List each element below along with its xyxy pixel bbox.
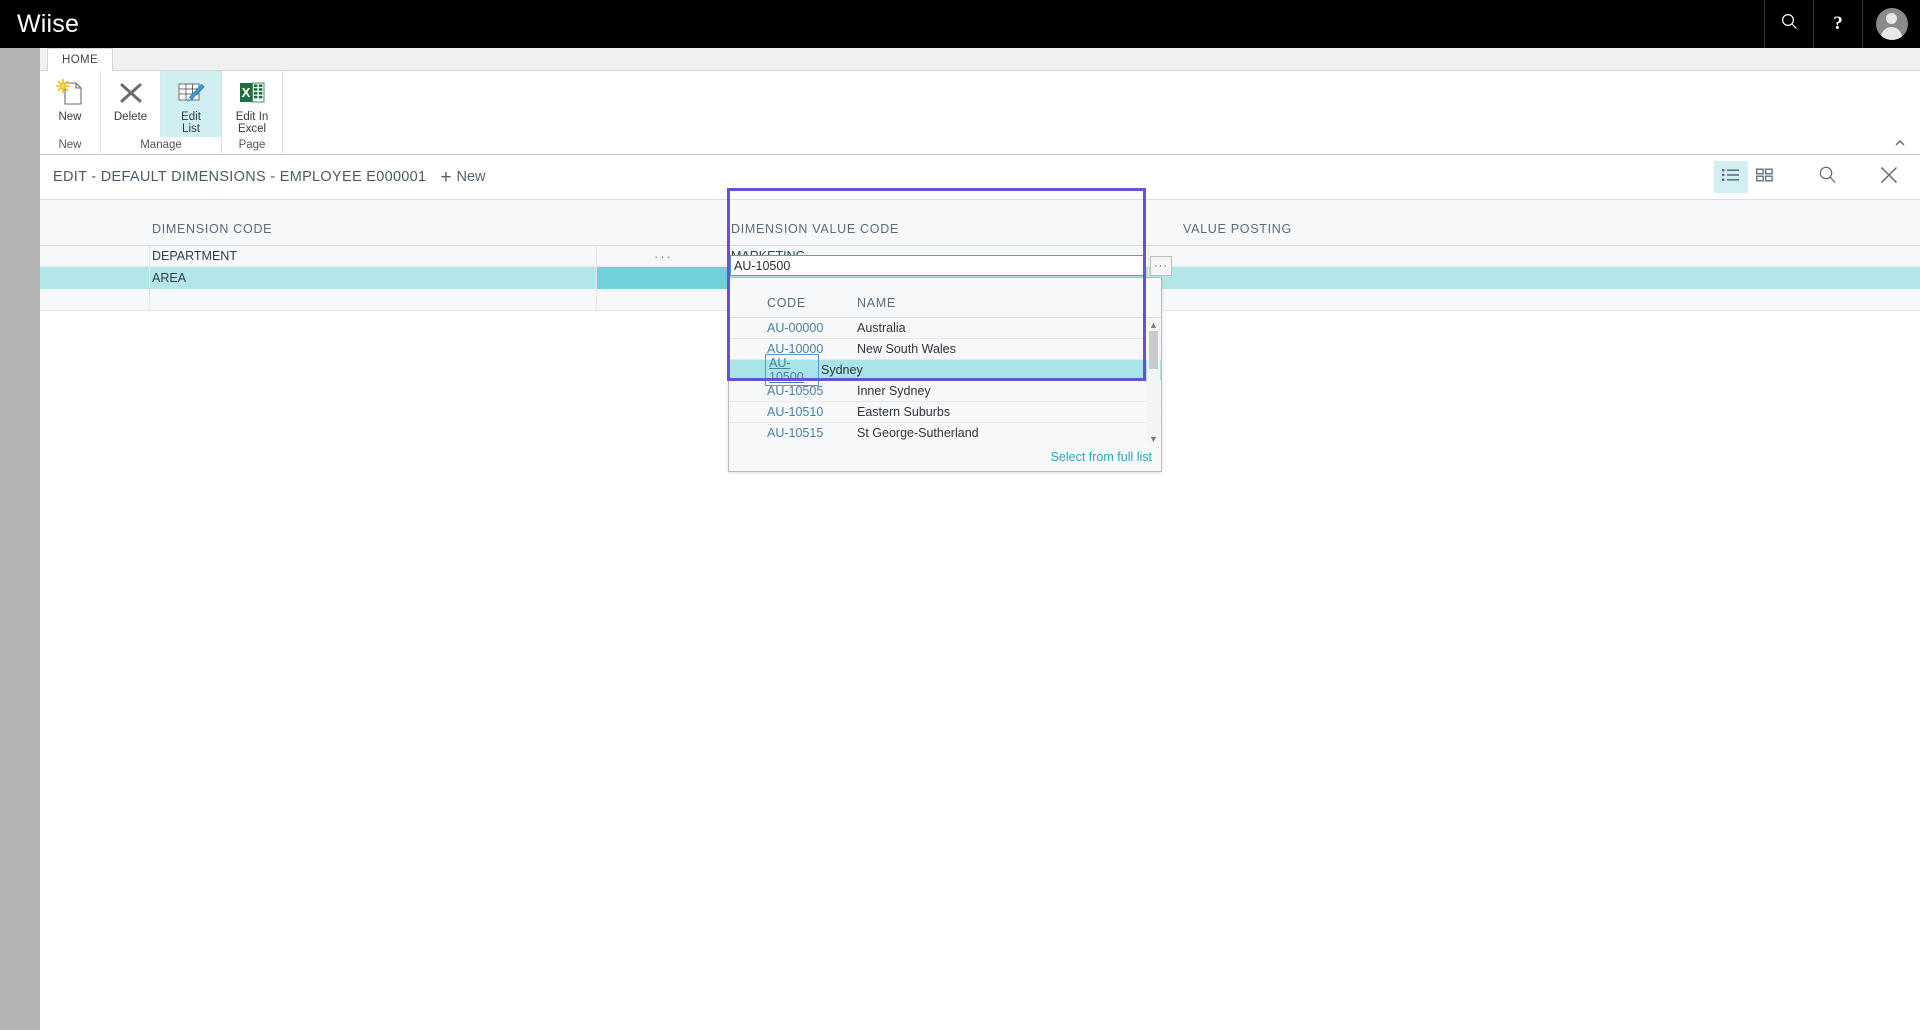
dropdown-header-row: CODE NAME [729,278,1161,318]
dropdown-item-name: Sydney [821,363,863,377]
dropdown-item-name: New South Wales [857,342,956,356]
close-button[interactable] [1872,161,1906,193]
cell-row-actions[interactable] [597,289,729,310]
dropdown-footer: Select from full list [729,443,1161,471]
ribbon-group-page: X Edit In Excel Page [222,71,283,155]
dimension-value-code-editor[interactable] [730,255,1144,276]
close-x-icon [1879,165,1899,190]
tab-home[interactable]: HOME [47,48,114,72]
new-button-label: New [58,111,82,123]
edit-list-button-label: Edit List [181,111,201,135]
search-icon [1781,13,1798,35]
new-button[interactable]: New [40,71,100,137]
list-item-selected[interactable]: AU-10500 Sydney [729,354,1161,386]
row-gutter [40,267,150,289]
dropdown-item-code: AU-00000 [767,321,824,335]
cell-row-actions[interactable]: ··· [597,246,729,266]
ribbon-tab-strip [40,48,1920,71]
svg-text:X: X [242,85,251,100]
ribbon-group-new-items: New [40,71,100,137]
edit-in-excel-button-label: Edit In Excel [235,111,269,135]
list-view-toggle[interactable] [1714,161,1748,193]
list-item[interactable]: AU-10510 Eastern Suburbs [729,402,1161,423]
ribbon-group-page-items: X Edit In Excel [222,71,282,137]
ribbon-group-page-label: Page [238,139,266,151]
lookup-button[interactable]: ··· [1150,256,1172,276]
column-header-value-posting[interactable]: VALUE POSTING [1149,222,1549,245]
ribbon-body: New New Delete Edit List Manage X Edit I… [40,71,1920,155]
edit-in-excel-button[interactable]: X Edit In Excel [222,71,282,137]
global-search-button[interactable] [1764,0,1813,48]
page-header: EDIT - DEFAULT DIMENSIONS - EMPLOYEE E00… [40,155,1920,200]
dropdown-item-code: AU-10505 [767,384,824,398]
ribbon-group-manage-label: Manage [140,139,182,151]
triangle-up-icon[interactable]: ▲ [1147,318,1160,331]
dropdown-item-code: AU-10500 [765,354,819,386]
tile-view-icon [1756,167,1774,188]
dropdown-item-name: Australia [857,321,906,335]
help-button[interactable]: ? [1813,0,1862,48]
search-button[interactable] [1810,161,1844,193]
column-header-dimension-code[interactable]: DIMENSION CODE [150,222,597,245]
list-item[interactable]: AU-00000 Australia [729,318,1161,339]
dropdown-item-name: Eastern Suburbs [857,405,951,419]
dropdown-column-header-code: CODE [767,296,806,310]
list-item[interactable]: AU-10515 St George-Sutherland [729,423,1161,444]
plus-icon: + [440,166,452,188]
ribbon-collapse-button[interactable] [1892,135,1908,151]
delete-x-icon [116,77,146,109]
ribbon-group-manage: Delete Edit List Manage [101,71,222,155]
scrollbar-thumb[interactable] [1149,331,1158,369]
cell-dimension-code[interactable] [150,289,597,310]
new-record-button[interactable]: + New [440,168,485,187]
delete-button-label: Delete [113,111,148,123]
cell-dimension-code[interactable]: DEPARTMENT [150,246,597,266]
left-side-strip [0,48,40,1030]
list-view-icon [1722,167,1740,188]
row-gutter [40,289,150,310]
cell-row-actions[interactable] [597,267,729,289]
delete-button[interactable]: Delete [101,71,161,137]
edit-list-icon [176,77,206,109]
cell-value-posting[interactable] [1149,289,1549,310]
grid-header-row: DIMENSION CODE DIMENSION VALUE CODE VALU… [40,200,1920,246]
dropdown-item-name: St George-Sutherland [857,426,979,440]
cell-value-posting[interactable] [1149,246,1549,266]
dropdown-scrollbar[interactable]: ▲ ▼ [1147,318,1160,445]
row-gutter [40,246,150,266]
select-from-full-list-link[interactable]: Select from full list [1051,450,1152,464]
new-document-icon [55,77,85,109]
cell-dimension-code[interactable]: AREA [150,267,597,289]
dropdown-item-code: AU-10515 [767,426,824,440]
dropdown-item-name: Inner Sydney [857,384,931,398]
list-item[interactable]: AU-10505 Inner Sydney [729,381,1161,402]
user-avatar-icon [1875,8,1908,40]
cell-value-posting[interactable] [1149,267,1549,289]
dropdown-column-header-name: NAME [857,296,896,310]
account-button[interactable] [1862,0,1920,48]
dimension-value-code-input[interactable] [731,256,1143,275]
edit-list-button[interactable]: Edit List [161,71,221,137]
page-title: EDIT - DEFAULT DIMENSIONS - EMPLOYEE E00… [53,169,427,185]
tile-view-toggle[interactable] [1748,161,1782,193]
excel-icon: X [237,77,267,109]
question-mark-icon: ? [1833,13,1843,34]
column-header-dimension-value-code[interactable]: DIMENSION VALUE CODE [729,222,1149,245]
chevron-up-icon [1892,138,1908,155]
search-icon [1818,165,1837,189]
dimension-value-dropdown: CODE NAME AU-00000 Australia AU-10000 Ne… [728,277,1162,472]
ribbon-group-manage-items: Delete Edit List [101,71,221,137]
app-brand-logo: Wiise [17,9,80,38]
new-record-label: New [456,169,486,185]
top-navigation-bar: Wiise ? [0,0,1920,48]
dropdown-item-code: AU-10510 [767,405,824,419]
ribbon-group-new: New New [40,71,101,155]
ribbon-group-new-label: New [58,139,82,151]
ribbon: HOME New New Delete Edit List Manage X E… [40,48,1920,155]
